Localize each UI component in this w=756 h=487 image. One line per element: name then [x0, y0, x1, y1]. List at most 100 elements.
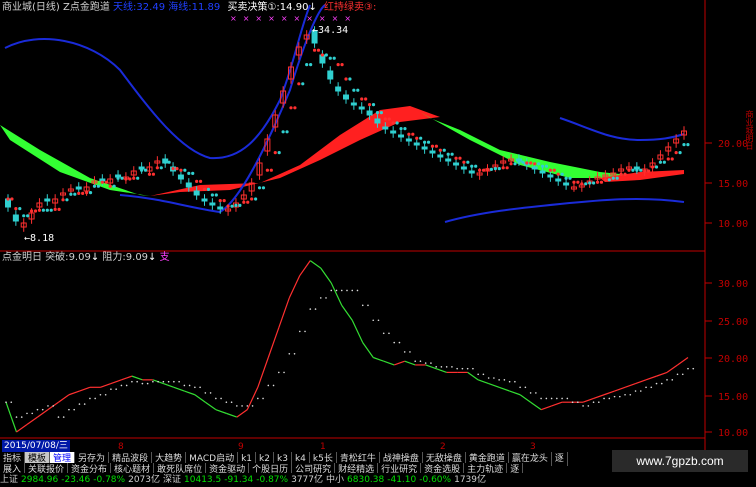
- sub-dot: [267, 384, 270, 387]
- sub-dot: [419, 360, 422, 363]
- signal-dot: [273, 151, 277, 155]
- status-item: -0.87%: [256, 475, 289, 485]
- signal-dot: [250, 197, 254, 201]
- sub-dot: [5, 401, 7, 404]
- signal-dot: [45, 208, 49, 212]
- sub-dot: [209, 392, 212, 394]
- sub-dot: [225, 401, 228, 404]
- sub-dot: [41, 408, 44, 411]
- signal-dot: [14, 207, 18, 211]
- sub-line-segment: [16, 424, 28, 433]
- sub-dot: [83, 403, 86, 405]
- sub-dot: [68, 408, 70, 411]
- sub-dot: [31, 412, 34, 415]
- sub-dot: [52, 405, 55, 407]
- status-item: 深证: [163, 475, 182, 485]
- sub-line-segment: [530, 401, 542, 411]
- sub-dot: [104, 393, 107, 396]
- signal-dot: [419, 136, 423, 140]
- signal-markers: ××××××××××: [230, 14, 358, 23]
- sub-dot: [629, 393, 632, 396]
- month-label: 8: [118, 442, 124, 452]
- signal-dot: [265, 168, 269, 172]
- signal-dot: [41, 208, 45, 212]
- signal-dot: [293, 106, 297, 110]
- signal-dot: [136, 176, 140, 180]
- sub-dot: [666, 379, 668, 381]
- sub-dot: [676, 373, 679, 376]
- sub-line-segment: [362, 342, 374, 358]
- sub-dot: [125, 384, 128, 387]
- sub-dot: [414, 360, 417, 363]
- signal-dot: [175, 167, 179, 171]
- sub-dot: [356, 289, 359, 292]
- signal-dot: [69, 192, 73, 196]
- sub-dot: [498, 379, 500, 381]
- signal-dot: [104, 180, 108, 184]
- sub-dot: [152, 380, 154, 383]
- signal-dot: [344, 77, 348, 81]
- signal-dot: [525, 161, 529, 165]
- sub-dot: [624, 393, 626, 396]
- signal-dot: [615, 176, 619, 180]
- sub-dot: [94, 397, 96, 400]
- sub-dot: [398, 341, 401, 344]
- signal-dot: [246, 200, 250, 204]
- candle-body: [437, 154, 444, 158]
- sub-dot: [141, 382, 144, 385]
- status-item: -23.46: [61, 475, 91, 485]
- chart-canvas[interactable]: 20.00 15.00 10.00 30.00 25.00 20.00 15.0…: [0, 0, 756, 487]
- signal-dot: [588, 181, 592, 185]
- sub-line-segment: [205, 401, 217, 411]
- candle-body: [343, 94, 349, 100]
- sub-line-segment: [635, 379, 647, 385]
- signal-dot: [179, 168, 183, 172]
- indicator-tab[interactable]: 逐: [552, 452, 568, 466]
- sub-dot: [115, 388, 117, 390]
- signal-dot: [112, 184, 116, 188]
- candle-body: [177, 174, 184, 180]
- candle-body: [563, 182, 570, 186]
- sub-tick: 20.00: [718, 354, 748, 365]
- low-annotation: ←8.18: [24, 233, 54, 244]
- high-annotation: ←34.34: [312, 25, 348, 36]
- status-item: 10413.5: [184, 475, 222, 485]
- signal-dot: [37, 208, 42, 212]
- signal-dot: [670, 157, 674, 161]
- status-item: -0.78%: [93, 475, 126, 485]
- sub-dot: [330, 289, 333, 292]
- sub-dot: [146, 382, 149, 385]
- candle-body: [193, 190, 200, 196]
- sub-dot: [136, 380, 138, 383]
- signal-dot: [415, 136, 419, 140]
- sub-dot: [681, 373, 684, 376]
- sub-dot: [361, 304, 364, 307]
- sub-dot: [220, 397, 222, 400]
- signal-dot: [611, 176, 615, 180]
- sub-line-segment: [656, 371, 668, 377]
- candle-body: [382, 126, 389, 130]
- signal-dot: [277, 151, 281, 155]
- extra-label: 红持绿卖③:: [324, 2, 377, 13]
- signal-dot: [387, 117, 391, 121]
- sub-dot: [503, 379, 506, 381]
- signal-dot: [501, 166, 505, 170]
- status-item: 中小: [326, 475, 345, 485]
- signal-dot: [631, 168, 635, 172]
- signal-dot: [100, 180, 104, 184]
- sub-dot: [257, 397, 259, 400]
- signal-dot: [29, 209, 34, 213]
- signal-dot: [599, 180, 604, 184]
- sub-dot: [545, 397, 548, 400]
- candle-body: [12, 214, 19, 222]
- signal-dot: [584, 182, 588, 186]
- sub-dot: [167, 380, 170, 383]
- signal-dot: [163, 160, 167, 164]
- status-item: 2073亿: [128, 475, 160, 485]
- candle-body: [445, 158, 452, 162]
- sub-dot: [540, 397, 542, 400]
- signal-dot: [210, 193, 214, 197]
- signal-dot: [73, 192, 77, 196]
- status-item: 2984.96: [21, 475, 59, 485]
- sub-line-segment: [226, 412, 238, 418]
